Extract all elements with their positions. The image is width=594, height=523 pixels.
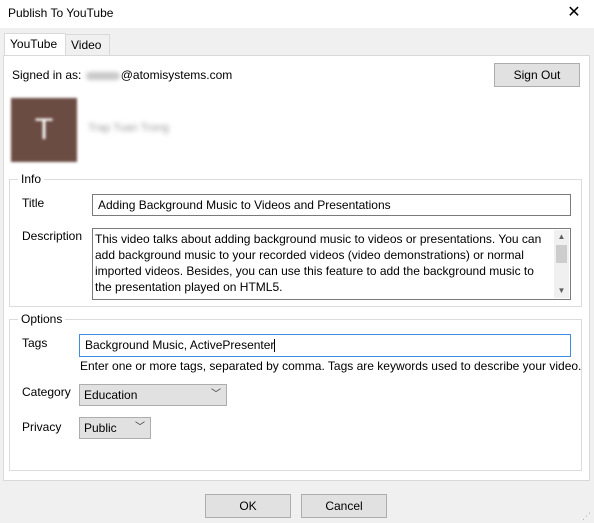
cancel-button[interactable]: Cancel	[301, 494, 387, 518]
options-legend: Options	[18, 312, 66, 326]
title-input[interactable]: Adding Background Music to Videos and Pr…	[92, 194, 571, 216]
tags-hint: Enter one or more tags, separated by com…	[80, 359, 582, 373]
title-label: Title	[22, 196, 45, 210]
scroll-up-icon[interactable]: ▲	[554, 230, 569, 244]
scroll-down-icon[interactable]: ▼	[554, 284, 569, 298]
signed-in-label: Signed in as:	[12, 68, 82, 82]
scroll-thumb[interactable]	[556, 245, 567, 263]
description-label: Description	[22, 229, 83, 243]
category-value: Education	[84, 388, 138, 402]
tab-video[interactable]: Video	[65, 34, 110, 55]
account-name: Trap Tuan Trong	[88, 122, 169, 134]
category-label: Category	[22, 385, 71, 399]
sign-out-button[interactable]: Sign Out	[494, 63, 580, 87]
description-text: This video talks about adding background…	[95, 232, 542, 294]
email-domain: @atomisystems.com	[120, 68, 233, 82]
privacy-label: Privacy	[22, 420, 62, 434]
tab-youtube[interactable]: YouTube	[4, 33, 66, 55]
ok-button[interactable]: OK	[205, 494, 291, 518]
avatar: T	[11, 98, 77, 162]
text-caret	[274, 339, 276, 353]
tags-input[interactable]: Background Music, ActivePresenter	[79, 334, 571, 357]
close-icon[interactable]: ✕	[562, 2, 586, 24]
tags-label: Tags	[22, 336, 48, 350]
redacted-username	[85, 71, 120, 80]
chevron-down-icon: ﹀	[135, 422, 145, 433]
info-legend: Info	[18, 172, 45, 186]
tags-value: Background Music, ActivePresenter	[85, 338, 275, 352]
signed-in-line: Signed in as: @atomisystems.com	[12, 68, 232, 82]
window-title: Publish To YouTube	[8, 6, 114, 20]
description-textarea[interactable]: This video talks about adding background…	[92, 228, 571, 300]
privacy-value: Public	[84, 421, 117, 435]
description-scrollbar[interactable]: ▲ ▼	[554, 230, 569, 298]
title-bar: Publish To YouTube ✕	[0, 0, 594, 28]
category-select[interactable]: Education ﹀	[79, 384, 227, 406]
chevron-down-icon: ﹀	[211, 389, 221, 400]
privacy-select[interactable]: Public ﹀	[79, 417, 151, 439]
resize-grip-icon[interactable]: ⋰	[582, 511, 592, 521]
